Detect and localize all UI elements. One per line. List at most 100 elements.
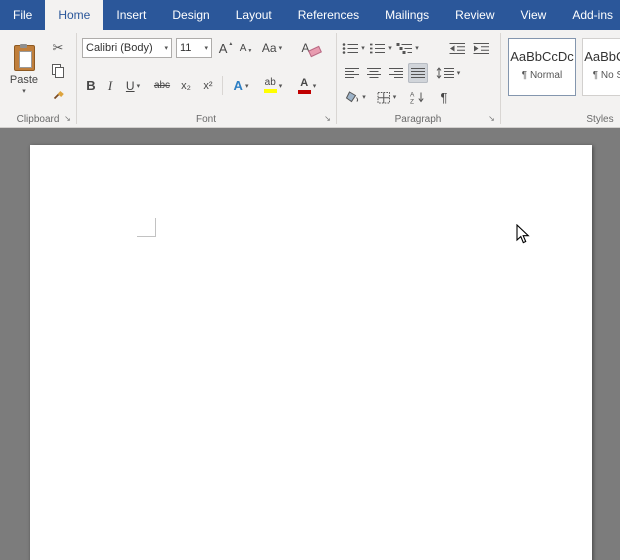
numbered-list-icon <box>370 43 386 53</box>
cut-button[interactable] <box>46 38 70 57</box>
show-paragraph-marks-button[interactable]: ¶ <box>434 87 454 107</box>
font-color-icon: A <box>297 77 311 94</box>
clipboard-group: Paste Clipboard <box>0 30 76 127</box>
align-left-icon <box>344 68 359 78</box>
strikethrough-button[interactable]: abc <box>150 75 174 96</box>
align-center-icon <box>366 68 381 78</box>
paste-button[interactable]: Paste <box>4 34 44 106</box>
superscript-button[interactable]: x² <box>198 75 218 96</box>
change-case-button[interactable]: Aa <box>258 38 286 58</box>
style-no-spacing[interactable]: AaBbCcDc ¶ No Spac <box>582 38 620 96</box>
sort-button[interactable]: A Z <box>406 87 428 107</box>
tab-references[interactable]: References <box>285 0 372 30</box>
sort-az-icon: A Z <box>410 91 424 104</box>
font-size-value: 11 <box>180 42 192 54</box>
text-effects-icon: A <box>233 78 243 93</box>
bullet-list-icon <box>342 42 359 54</box>
highlight-icon: ab <box>263 78 277 93</box>
ribbon: Paste Clipboard Calibri (Body) <box>0 30 620 128</box>
grow-font-icon: A <box>218 40 228 56</box>
tab-view[interactable]: View <box>508 0 560 30</box>
align-right-button[interactable] <box>386 63 406 83</box>
tab-review[interactable]: Review <box>442 0 507 30</box>
subscript-button[interactable]: x₂ <box>176 75 196 96</box>
eraser-icon <box>307 45 322 58</box>
font-dialog-launcher-icon[interactable] <box>322 113 333 124</box>
clear-formatting-button[interactable]: A <box>298 38 324 58</box>
font-name-combobox[interactable]: Calibri (Body) <box>82 38 172 58</box>
bold-icon: B <box>86 78 96 93</box>
align-left-button[interactable] <box>342 63 362 83</box>
font-color-button[interactable]: A <box>292 75 322 96</box>
paste-clipboard-icon <box>13 44 35 71</box>
italic-button[interactable]: I <box>102 75 118 96</box>
grow-font-button[interactable]: A <box>216 38 236 58</box>
align-right-icon <box>388 68 403 78</box>
borders-button[interactable] <box>373 87 400 107</box>
multilevel-list-button[interactable] <box>395 38 420 58</box>
text-effects-button[interactable]: A <box>228 75 254 96</box>
borders-grid-icon <box>377 91 390 103</box>
tab-layout[interactable]: Layout <box>223 0 285 30</box>
shrink-font-button[interactable]: A <box>237 38 255 58</box>
line-spacing-icon <box>436 67 454 79</box>
numbering-button[interactable] <box>368 38 393 58</box>
style-name: ¶ Normal <box>521 70 563 81</box>
bullets-button[interactable] <box>341 38 366 58</box>
scissors-icon <box>53 39 64 57</box>
margin-crop-mark <box>137 218 156 237</box>
underline-icon: U <box>125 78 135 93</box>
subscript-icon: x₂ <box>181 79 191 92</box>
shading-button[interactable] <box>342 87 369 107</box>
format-painter-brush-icon <box>53 90 64 100</box>
svg-text:A: A <box>410 91 415 98</box>
justify-icon <box>410 68 425 78</box>
style-preview: AaBbCcDc <box>510 49 574 64</box>
copy-icon <box>51 63 65 78</box>
paste-label: Paste <box>9 74 39 86</box>
tab-mailings[interactable]: Mailings <box>372 0 442 30</box>
italic-icon: I <box>107 77 113 93</box>
increase-indent-button[interactable] <box>470 38 492 58</box>
paint-bucket-icon <box>346 91 359 103</box>
paragraph-dialog-launcher-icon[interactable] <box>486 113 497 124</box>
bold-button[interactable]: B <box>82 75 100 96</box>
font-row-divider <box>222 76 223 95</box>
font-name-value: Calibri (Body) <box>86 42 153 54</box>
increase-indent-icon <box>473 42 489 54</box>
tab-insert[interactable]: Insert <box>103 0 159 30</box>
tab-design[interactable]: Design <box>159 0 222 30</box>
pilcrow-icon: ¶ <box>440 89 448 105</box>
ribbon-tab-bar: File Home Insert Design Layout Reference… <box>0 0 620 30</box>
document-page[interactable] <box>30 145 592 560</box>
decrease-indent-button[interactable] <box>446 38 468 58</box>
align-center-button[interactable] <box>364 63 384 83</box>
paragraph-group-label: Paragraph <box>394 114 442 125</box>
tab-addins[interactable]: Add-ins <box>559 0 620 30</box>
justify-button[interactable] <box>408 63 428 83</box>
tab-file[interactable]: File <box>0 0 45 30</box>
superscript-icon: x² <box>203 79 213 92</box>
format-painter-button[interactable] <box>46 84 70 103</box>
paragraph-group: A Z ¶ Paragraph <box>336 30 500 127</box>
font-group: Calibri (Body) 11 A A Aa A B I <box>76 30 336 127</box>
style-name: ¶ No Spac <box>592 70 620 81</box>
underline-button[interactable]: U <box>120 75 146 96</box>
decrease-indent-icon <box>449 42 465 54</box>
copy-button[interactable] <box>46 61 70 80</box>
style-preview: AaBbCcDc <box>584 49 620 64</box>
strikethrough-icon: abc <box>153 80 171 91</box>
clipboard-dialog-launcher-icon[interactable] <box>62 113 73 124</box>
shrink-font-icon: A <box>239 42 247 54</box>
change-case-icon: Aa <box>261 41 277 55</box>
line-spacing-button[interactable] <box>433 63 463 83</box>
document-canvas <box>0 128 620 560</box>
text-highlight-color-button[interactable]: ab <box>258 75 288 96</box>
font-size-combobox[interactable]: 11 <box>176 38 212 58</box>
tab-home[interactable]: Home <box>45 0 104 30</box>
svg-text:Z: Z <box>410 98 414 104</box>
style-normal[interactable]: AaBbCcDc ¶ Normal <box>508 38 576 96</box>
styles-group-label: Styles <box>586 114 614 125</box>
mouse-cursor-icon <box>516 224 530 244</box>
font-group-label: Font <box>195 114 216 125</box>
